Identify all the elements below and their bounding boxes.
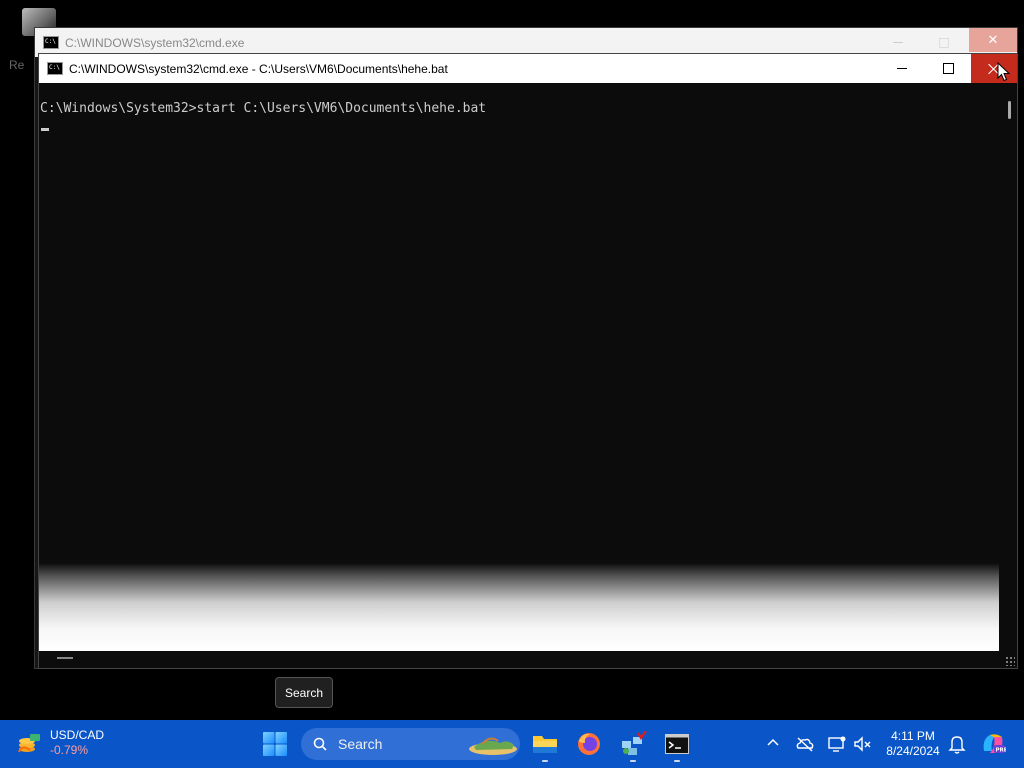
widget-title: USD/CAD [50,728,105,742]
vertical-scrollbar-thumb[interactable] [1008,101,1011,119]
notification-bell-icon[interactable] [948,734,966,754]
file-explorer-icon [533,736,557,753]
minimize-icon [897,68,907,69]
currency-icon [18,734,40,753]
vertical-scrollbar[interactable] [999,83,1017,563]
clock-time: 4:11 PM [891,729,935,743]
terminal-button[interactable] [662,729,692,759]
search-highlight-illustration [469,737,517,755]
network-tool-button[interactable] [618,729,648,759]
copilot-icon[interactable]: PRE [980,731,1006,757]
weather-finance-widget[interactable]: USD/CAD -0.79% [16,728,104,758]
taskbar-search-box[interactable]: Search [301,728,520,760]
minimize-icon [893,42,903,43]
network-tool-icon [622,731,647,755]
firefox-button[interactable] [574,729,604,759]
file-explorer-running-indicator [542,760,548,762]
mouse-cursor-icon [997,62,1011,82]
network-tool-running-indicator [630,760,636,762]
display-icon[interactable] [827,734,847,754]
horizontal-scrollbar-thumb[interactable] [57,657,73,659]
cmd-window-title: C:\WINDOWS\system32\cmd.exe - C:\Users\V… [69,61,448,76]
search-tooltip: Search [275,677,334,708]
console-caret [41,128,49,131]
desktop-label-fragment: Re [9,58,25,72]
console-render-artifact [39,563,999,651]
cmd-icon [43,36,59,49]
volume-muted-icon[interactable] [852,734,872,754]
maximize-icon [942,63,954,74]
background-window-title: C:\WINDOWS\system32\cmd.exe [65,35,245,50]
clock-date: 8/24/2024 [886,744,940,758]
svg-text:PRE: PRE [996,748,1007,754]
terminal-icon [665,734,689,754]
terminal-running-indicator [674,760,680,762]
maximize-icon [939,37,949,48]
chevron-up-icon[interactable] [766,736,780,750]
onedrive-off-icon[interactable] [795,734,815,754]
search-placeholder: Search [338,736,383,752]
file-explorer-button[interactable] [530,729,560,759]
maximize-button[interactable] [925,54,971,83]
search-icon [313,737,327,751]
console-command-line: C:\Windows\System32>start C:\Users\VM6\D… [40,101,487,116]
firefox-icon [578,733,600,755]
cmd-window[interactable]: C:\WINDOWS\system32\cmd.exe - C:\Users\V… [38,53,1018,669]
system-clock[interactable]: 4:11 PM 8/24/2024 [880,729,946,759]
windows-start-icon[interactable] [262,731,288,757]
widget-change: -0.79% [50,743,89,757]
console-output[interactable]: C:\Windows\System32>start C:\Users\VM6\D… [39,83,999,563]
cmd-icon [47,62,63,75]
resize-grip-icon[interactable] [1005,656,1015,666]
cmd-window-titlebar[interactable]: C:\WINDOWS\system32\cmd.exe - C:\Users\V… [39,54,1017,83]
close-button[interactable] [971,54,1017,83]
background-close-button[interactable]: ✕ [969,28,1017,52]
horizontal-scrollbar[interactable] [39,651,1017,668]
minimize-button[interactable] [879,54,925,83]
